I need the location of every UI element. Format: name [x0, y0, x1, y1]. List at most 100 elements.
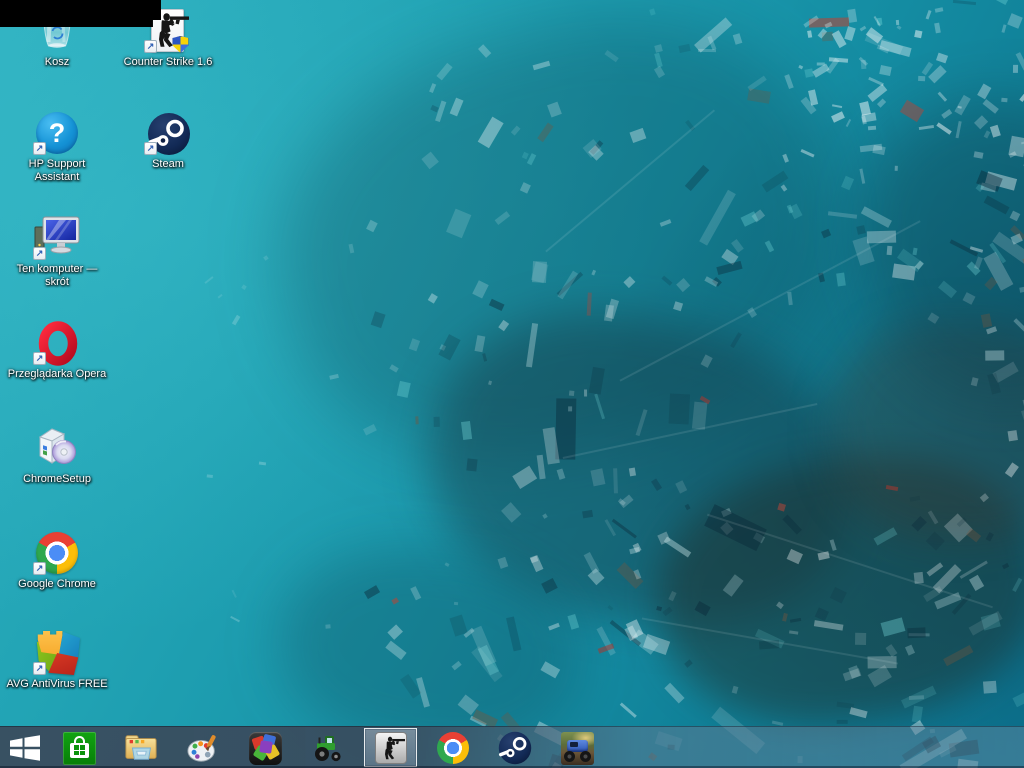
wallpaper-shard [1007, 13, 1023, 28]
wallpaper-shard [879, 65, 892, 76]
wallpaper-shard [937, 91, 946, 101]
taskbar-truck-game-button[interactable] [560, 731, 594, 765]
icon-label: Steam [152, 158, 184, 171]
wallpaper-shard [953, 0, 976, 5]
icon-label: Counter Strike 1.6 [124, 56, 213, 69]
steam-icon [498, 731, 532, 765]
wallpaper-shard [1002, 24, 1007, 32]
wallpaper-shard [807, 30, 812, 38]
shortcut-arrow-icon [33, 562, 46, 575]
wallpaper-shard [887, 246, 893, 255]
wallpaper-shard [816, 63, 824, 66]
desktop-icon-hp-support[interactable]: HP Support Assistant [2, 110, 112, 184]
shortcut-arrow-icon [33, 662, 46, 675]
wallpaper-shard [847, 9, 856, 23]
desktop-icon-opera[interactable]: Przeglądarka Opera [2, 320, 112, 381]
start-button[interactable] [8, 731, 42, 765]
wallpaper-shard [263, 255, 269, 261]
wallpaper-shard [868, 76, 884, 86]
desktop-icon-chromesetup[interactable]: ChromeSetup [2, 425, 112, 486]
windows-store-icon [63, 732, 96, 765]
windows-logo-icon [8, 733, 42, 763]
desktop-icon-avg[interactable]: AVG AntiVirus FREE [2, 630, 112, 691]
wallpaper-shard [978, 0, 1010, 4]
counter-strike-icon [375, 732, 407, 764]
chrome-icon [33, 530, 81, 576]
wallpaper-shard [733, 33, 743, 44]
wallpaper-shard [844, 27, 855, 42]
wallpaper-shard [568, 407, 572, 412]
wallpaper-shard [925, 10, 931, 19]
file-explorer-icon [124, 732, 158, 764]
shortcut-arrow-icon [33, 247, 46, 260]
paint-icon [186, 732, 220, 764]
wallpaper-shard [918, 75, 925, 81]
wallpaper-shard [934, 23, 941, 34]
taskbar-counter-strike-button[interactable] [364, 728, 417, 767]
wallpaper-shard [831, 111, 845, 122]
opera-icon [33, 320, 81, 366]
wallpaper-shard [876, 99, 885, 108]
wallpaper-shard [836, 720, 847, 724]
wallpaper-shard [896, 25, 901, 30]
puzzle-game-icon [249, 732, 282, 765]
taskbar-tractor-game-button[interactable] [310, 731, 344, 765]
desktop: Kosz Counter Strike 1.6 HP Support Assis… [0, 0, 1024, 768]
desktop-icon-google-chrome[interactable]: Google Chrome [2, 530, 112, 591]
wallpaper-shard [845, 118, 851, 127]
wallpaper-shard [983, 681, 997, 694]
truck-game-icon [561, 732, 594, 765]
wallpaper-shard [555, 398, 576, 460]
wallpaper-shard [868, 84, 888, 102]
avg-antivirus-icon [33, 630, 81, 676]
wallpaper-shard [1019, 287, 1024, 293]
icon-label: Ten komputer — skrót [8, 263, 106, 289]
desktop-icon-steam[interactable]: Steam [113, 110, 223, 171]
wallpaper-shard [859, 101, 870, 115]
wallpaper-shard [416, 417, 419, 425]
wallpaper-shard [1012, 683, 1024, 707]
wallpaper-shard [860, 26, 867, 32]
wallpaper-shard [461, 421, 472, 440]
shortcut-arrow-icon [144, 40, 157, 53]
taskbar-paint-button[interactable] [186, 731, 220, 765]
wallpaper-shard [935, 8, 944, 13]
wallpaper-shard [669, 393, 690, 424]
taskbar-puzzle-game-button[interactable] [248, 731, 282, 765]
wallpaper-shard [620, 702, 637, 717]
wallpaper-shard [232, 315, 241, 326]
wallpaper-shard [1008, 430, 1018, 441]
taskbar-steam-button[interactable] [498, 731, 532, 765]
wallpaper-shard [974, 151, 984, 159]
wallpaper-shard [205, 277, 214, 285]
wallpaper-shard [569, 390, 574, 395]
taskbar-file-explorer-button[interactable] [124, 731, 158, 765]
chrome-icon [437, 732, 469, 764]
wallpaper-shard [900, 100, 925, 122]
wallpaper-shard [664, 682, 684, 703]
wallpaper-shard [649, 8, 655, 15]
taskbar-windows-store-button[interactable] [62, 731, 96, 765]
wallpaper-shard [986, 350, 1005, 360]
wallpaper-shard [218, 294, 223, 298]
wallpaper-shard [798, 64, 803, 69]
wallpaper-shard [241, 284, 246, 290]
wallpaper-shard [433, 417, 439, 427]
wallpaper-shard [841, 176, 854, 191]
wallpaper-shard [895, 166, 898, 171]
taskbar-chrome-button[interactable] [436, 731, 470, 765]
wallpaper-shard [915, 30, 923, 38]
tractor-icon [310, 731, 344, 765]
wallpaper-shard [654, 44, 662, 52]
computer-icon [33, 215, 81, 261]
wallpaper-shard [912, 706, 923, 723]
steam-icon [144, 110, 192, 156]
icon-label: Przeglądarka Opera [8, 368, 106, 381]
wallpaper-shard [832, 104, 842, 108]
wallpaper-shard [325, 624, 330, 628]
icon-label: HP Support Assistant [20, 158, 94, 184]
desktop-icon-this-pc[interactable]: Ten komputer — skrót [2, 215, 112, 289]
taskbar [0, 726, 1024, 768]
wallpaper-shard [231, 590, 236, 598]
icon-label: Kosz [45, 56, 69, 69]
